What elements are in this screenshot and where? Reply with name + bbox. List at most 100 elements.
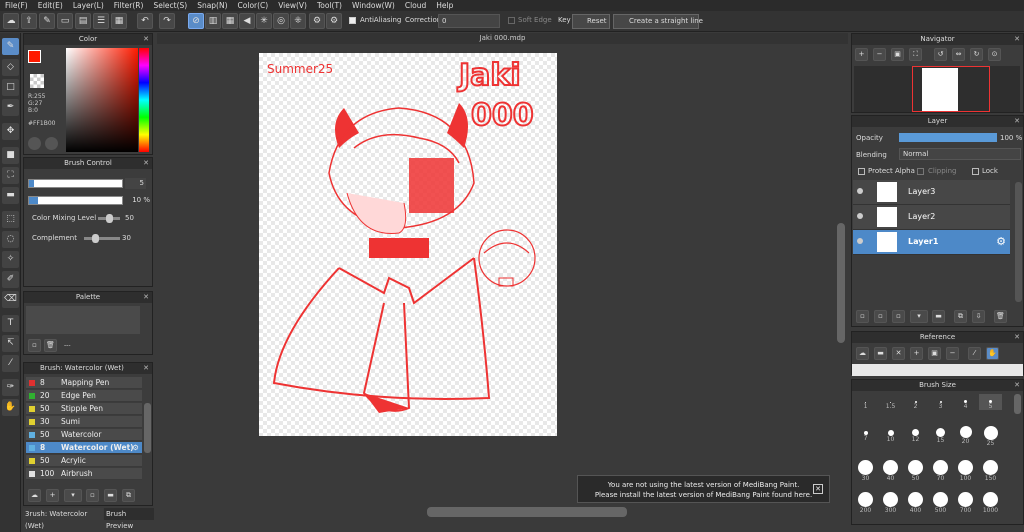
brush-size-preset[interactable]: 12 xyxy=(904,426,927,443)
folder-icon[interactable]: ▬ xyxy=(104,489,117,502)
duplicate-icon[interactable]: ▫ xyxy=(86,489,99,502)
brush-opacity-slider[interactable] xyxy=(28,196,123,205)
brush-size-slider[interactable] xyxy=(28,179,123,188)
actual-size-icon[interactable]: ⛶ xyxy=(909,48,922,61)
reference-hand-icon[interactable]: ✋ xyxy=(986,347,999,360)
transparent-swatch[interactable] xyxy=(30,74,44,88)
settings-gear-icon[interactable]: ⚙ xyxy=(309,13,325,29)
close-icon[interactable]: ✕ xyxy=(143,34,149,45)
visibility-eye-icon[interactable] xyxy=(857,238,863,244)
brush-size-preset[interactable]: 1000 xyxy=(979,492,1002,514)
new-palette-icon[interactable]: ▫ xyxy=(28,339,41,352)
brush-size-preset[interactable]: 100 xyxy=(954,460,977,482)
brush-size-preset[interactable]: 500 xyxy=(929,492,952,514)
duplicate-layer-icon[interactable]: ⧉ xyxy=(954,310,967,323)
brush-size-preset[interactable]: 1 xyxy=(854,394,877,410)
reference-eyedropper-icon[interactable]: ⁄ xyxy=(968,347,981,360)
layer-settings-gear-icon[interactable]: ⚙ xyxy=(996,235,1006,248)
brush-size-preset[interactable]: 1.5 xyxy=(879,394,902,410)
brush-size-preset[interactable]: 20 xyxy=(954,426,977,445)
reset-view-icon[interactable]: ⊙ xyxy=(988,48,1001,61)
brush-item-selected[interactable]: 8 Watercolor (Wet) ⚙ xyxy=(26,442,142,454)
brush-size-preset[interactable]: 10 xyxy=(879,426,902,443)
update-notification[interactable]: You are not using the latest version of … xyxy=(577,475,830,503)
hue-slider[interactable] xyxy=(139,48,149,152)
horizontal-scrollbar[interactable] xyxy=(427,507,627,517)
snap-curve-icon[interactable]: ⁜ xyxy=(290,13,306,29)
eyedropper-tool-icon[interactable]: ⁄ xyxy=(2,355,19,372)
zoom-out-icon[interactable]: − xyxy=(873,48,886,61)
delete-palette-icon[interactable]: 🗑 xyxy=(44,339,57,352)
move-tool-icon[interactable]: ✥ xyxy=(2,123,19,140)
snap-perspective-icon[interactable]: ◀ xyxy=(239,13,255,29)
menu-filter[interactable]: Filter(R) xyxy=(109,0,149,11)
brush-size-preset[interactable]: 40 xyxy=(879,460,902,482)
brush-size-preset[interactable]: 4 xyxy=(954,394,977,410)
menu-file[interactable]: File(F) xyxy=(0,0,33,11)
menu-edit[interactable]: Edit(E) xyxy=(33,0,68,11)
reference-open-icon[interactable]: ▬ xyxy=(874,347,887,360)
new-layer-8bit-icon[interactable]: ▫ xyxy=(874,310,887,323)
brush-item[interactable]: 20 Edge Pen xyxy=(26,390,142,402)
brush-item[interactable]: 8 Mapping Pen xyxy=(26,377,142,389)
layer-scrollbar[interactable] xyxy=(1015,182,1022,302)
lock-checkbox[interactable] xyxy=(972,168,979,175)
antialiasing-checkbox[interactable] xyxy=(349,17,356,24)
lasso-tool-icon[interactable]: ◌ xyxy=(2,231,19,248)
menu-snap[interactable]: Snap(N) xyxy=(192,0,232,11)
fill-shape-tool-icon[interactable]: ■ xyxy=(2,147,19,164)
menu-color[interactable]: Color(C) xyxy=(233,0,274,11)
rotate-left-icon[interactable]: ↺ xyxy=(934,48,947,61)
flip-icon[interactable]: ⇔ xyxy=(952,48,965,61)
new-layer-icon[interactable]: ▫ xyxy=(856,310,869,323)
straight-line-button[interactable]: Create a straight line xyxy=(613,14,703,29)
select-pen-tool-icon[interactable]: ✐ xyxy=(2,271,19,288)
undo-icon[interactable]: ↶ xyxy=(137,13,153,29)
brush-item[interactable]: 50 Watercolor xyxy=(26,429,142,441)
brush-options-icon[interactable]: ▾ xyxy=(64,489,82,502)
close-icon[interactable]: ✕ xyxy=(143,158,149,169)
reference-fit-icon[interactable]: ▣ xyxy=(928,347,941,360)
reset-button[interactable]: Reset xyxy=(572,14,610,29)
brush-size-preset[interactable]: 50 xyxy=(904,460,927,482)
color-picker-icon[interactable] xyxy=(45,137,58,150)
brush-size-preset[interactable]: 150 xyxy=(979,460,1002,482)
reference-cloud-icon[interactable]: ☁ xyxy=(856,347,869,360)
brush-size-preset[interactable]: 25 xyxy=(979,426,1002,447)
magic-wand-tool-icon[interactable]: ✧ xyxy=(2,251,19,268)
close-icon[interactable]: ✕ xyxy=(1014,332,1020,343)
visibility-eye-icon[interactable] xyxy=(857,213,863,219)
select-eraser-tool-icon[interactable]: ⌫ xyxy=(2,291,19,308)
brush-size-preset[interactable]: 7 xyxy=(854,426,877,442)
grid-icon[interactable]: ▤ xyxy=(75,13,91,29)
layer-opacity-slider[interactable] xyxy=(899,133,997,142)
reference-zoom-out-icon[interactable]: − xyxy=(946,347,959,360)
soft-edge-checkbox[interactable] xyxy=(508,17,515,24)
complement-slider[interactable] xyxy=(84,234,120,243)
color-mixing-slider[interactable] xyxy=(98,214,120,223)
eraser-tool-icon[interactable]: ◇ xyxy=(2,59,19,76)
menu-tool[interactable]: Tool(T) xyxy=(312,0,347,11)
zoom-fit-icon[interactable]: ▣ xyxy=(891,48,904,61)
close-icon[interactable]: ✕ xyxy=(143,292,149,303)
merge-layer-icon[interactable]: ⇩ xyxy=(972,310,985,323)
visibility-eye-icon[interactable] xyxy=(857,188,863,194)
blending-select[interactable]: Normal xyxy=(899,148,1021,160)
menu-view[interactable]: View(V) xyxy=(273,0,312,11)
menu-layer[interactable]: Layer(L) xyxy=(68,0,109,11)
layer-folder-icon[interactable]: ▬ xyxy=(932,310,945,323)
layer-options-icon[interactable]: ▾ xyxy=(910,310,928,323)
reference-zoom-in-icon[interactable]: + xyxy=(910,347,923,360)
copy-icon[interactable]: ⧉ xyxy=(122,489,135,502)
brush-size-scrollbar[interactable] xyxy=(1014,394,1021,414)
brush-item[interactable]: 50 Stipple Pen xyxy=(26,403,142,415)
menu-help[interactable]: Help xyxy=(431,0,458,11)
clipping-checkbox[interactable] xyxy=(917,168,924,175)
select-tool-icon[interactable]: ⬚ xyxy=(2,211,19,228)
list-icon[interactable]: ☰ xyxy=(93,13,109,29)
brush-item[interactable]: 100 Airbrush xyxy=(26,468,142,480)
gradient-tool-icon[interactable]: ▬ xyxy=(2,187,19,204)
bucket-tool-icon[interactable]: ⛶ xyxy=(2,167,19,184)
operation-tool-icon[interactable]: ↸ xyxy=(2,335,19,352)
add-brush-icon[interactable]: + xyxy=(46,489,59,502)
